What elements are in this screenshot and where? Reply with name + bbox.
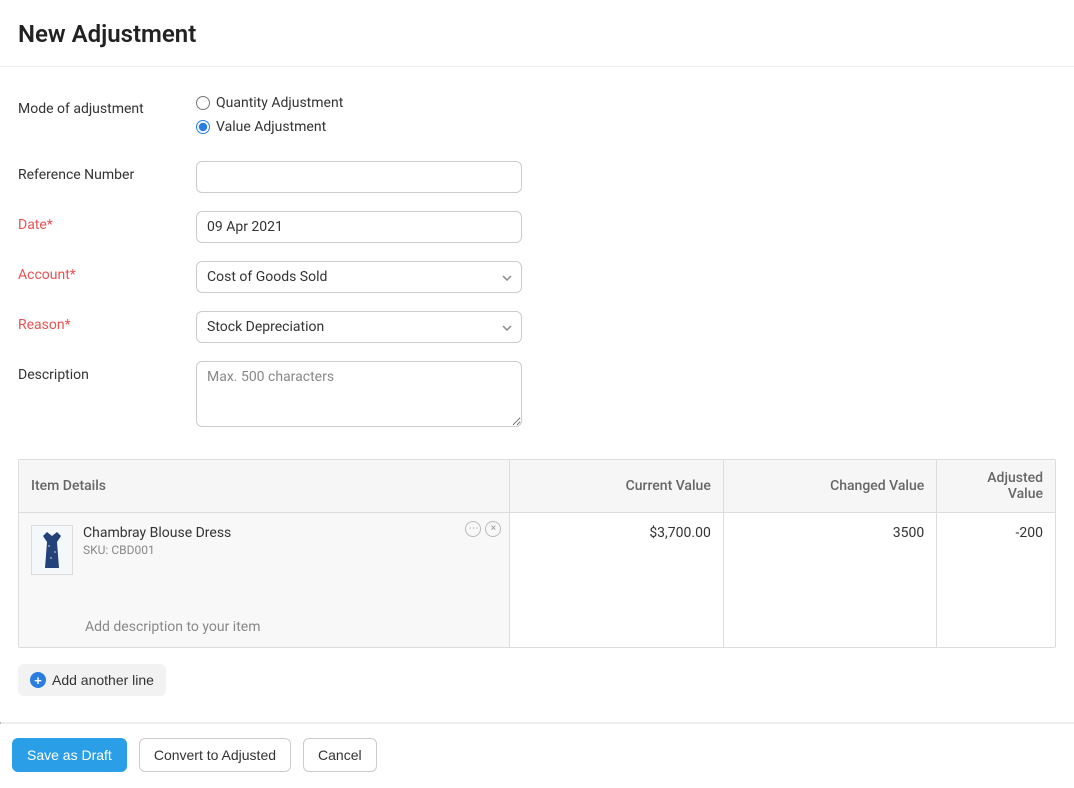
save-draft-button[interactable]: Save as Draft xyxy=(12,738,127,772)
date-row: Date* xyxy=(18,211,1056,243)
radio-quantity[interactable]: Quantity Adjustment xyxy=(196,95,522,111)
radio-quantity-label: Quantity Adjustment xyxy=(216,95,343,111)
add-line-label: Add another line xyxy=(52,672,154,688)
reference-input[interactable] xyxy=(196,161,522,193)
description-label: Description xyxy=(18,361,196,383)
account-select[interactable] xyxy=(196,261,522,293)
reason-label: Reason* xyxy=(18,311,196,333)
adjustment-form: Mode of adjustment Quantity Adjustment V… xyxy=(0,67,1074,459)
description-textarea[interactable] xyxy=(196,361,522,427)
col-adjusted-value: Adjusted Value xyxy=(937,460,1055,513)
cancel-button[interactable]: Cancel xyxy=(303,738,377,772)
table-row: ⋯ × Chambray Blouse Dress SKU: CBD xyxy=(19,513,1055,648)
page-title: New Adjustment xyxy=(18,20,1056,48)
account-row: Account* xyxy=(18,261,1056,293)
items-table: Item Details Current Value Changed Value… xyxy=(19,460,1055,647)
reference-label: Reference Number xyxy=(18,161,196,183)
item-sku: SKU: CBD001 xyxy=(83,543,497,557)
item-thumbnail xyxy=(31,525,73,575)
items-table-wrap: Item Details Current Value Changed Value… xyxy=(18,459,1056,648)
date-label: Date* xyxy=(18,211,196,233)
row-actions: ⋯ × xyxy=(465,521,501,537)
date-input[interactable] xyxy=(196,211,522,243)
more-icon[interactable]: ⋯ xyxy=(465,521,481,537)
account-label: Account* xyxy=(18,261,196,283)
radio-quantity-input[interactable] xyxy=(196,96,210,110)
close-icon[interactable]: × xyxy=(485,521,501,537)
mode-row: Mode of adjustment Quantity Adjustment V… xyxy=(18,95,1056,143)
changed-value-cell[interactable]: 3500 xyxy=(723,513,936,648)
radio-value[interactable]: Value Adjustment xyxy=(196,119,522,135)
col-current-value: Current Value xyxy=(510,460,723,513)
adjusted-value-cell: -200 xyxy=(937,513,1055,648)
radio-value-input[interactable] xyxy=(196,120,210,134)
item-details-cell[interactable]: ⋯ × Chambray Blouse Dress SKU: CBD xyxy=(19,513,510,648)
mode-label: Mode of adjustment xyxy=(18,95,196,117)
footer-actions: Save as Draft Convert to Adjusted Cancel xyxy=(0,724,1074,788)
radio-value-label: Value Adjustment xyxy=(216,119,326,135)
page-header: New Adjustment xyxy=(0,0,1074,67)
mode-radios: Quantity Adjustment Value Adjustment xyxy=(196,95,522,143)
reason-row: Reason* xyxy=(18,311,1056,343)
col-item-details: Item Details xyxy=(19,460,510,513)
reason-select[interactable] xyxy=(196,311,522,343)
reference-row: Reference Number xyxy=(18,161,1056,193)
col-changed-value: Changed Value xyxy=(723,460,936,513)
plus-icon: + xyxy=(30,672,46,688)
add-line-button[interactable]: + Add another line xyxy=(18,664,166,696)
item-desc-placeholder[interactable]: Add description to your item xyxy=(85,575,497,635)
description-row: Description xyxy=(18,361,1056,431)
current-value-cell: $3,700.00 xyxy=(510,513,723,648)
item-name: Chambray Blouse Dress xyxy=(83,525,497,541)
convert-button[interactable]: Convert to Adjusted xyxy=(139,738,291,772)
